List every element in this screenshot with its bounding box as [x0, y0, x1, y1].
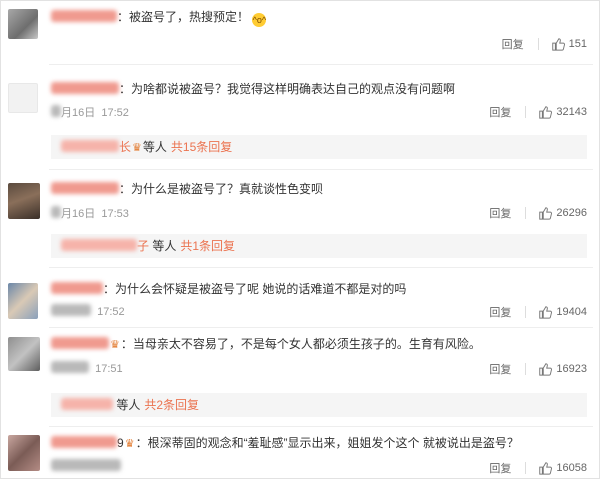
reply-username-blurred[interactable]	[61, 398, 113, 410]
comment-time: 月16日 17:53	[51, 205, 129, 221]
view-replies-link[interactable]: 共1条回复	[180, 239, 235, 253]
comment-time: 17:52	[51, 304, 125, 318]
avatar[interactable]	[8, 283, 38, 319]
reply-button[interactable]: 回复	[489, 460, 511, 476]
reply-others-label: 等人	[116, 398, 141, 412]
comment-time: 月16日 17:52	[51, 104, 129, 120]
comment-text: ：根深蒂固的观念和“羞耻感”显示出来，姐姐发个这个 就被说出是盗号？	[135, 436, 519, 450]
crown-icon: ♛	[110, 339, 120, 351]
username-suffix: 9	[117, 436, 124, 450]
reply-username-blurred[interactable]	[61, 239, 137, 251]
comment-text: ：为什么是被盗号了？真就谈性色变呗	[119, 182, 324, 196]
username-blurred[interactable]	[51, 436, 117, 448]
username-blurred[interactable]	[51, 337, 109, 349]
reply-summary[interactable]: 等人 共2条回复	[51, 393, 587, 417]
comment-time: 17:51	[51, 361, 123, 375]
comment-timestamp: 17:53	[101, 208, 129, 220]
reply-button[interactable]: 回复	[489, 205, 511, 221]
reply-others-label: 等人	[152, 239, 177, 253]
thumbs-up-icon[interactable]	[538, 105, 553, 119]
divider	[525, 106, 527, 118]
like-count: 16923	[556, 363, 587, 375]
comment-timestamp: 17:51	[95, 363, 123, 375]
thumbs-up-icon[interactable]	[538, 206, 553, 220]
avatar[interactable]	[8, 183, 40, 219]
divider	[49, 169, 593, 170]
view-replies-link[interactable]: 共15条回复	[171, 140, 232, 154]
comment-time	[51, 459, 121, 473]
thumbs-up-icon[interactable]	[538, 305, 553, 319]
like-count: 32143	[556, 106, 587, 118]
crown-icon: ♛	[124, 438, 135, 450]
comment-text: ：当母亲太不容易了，不是每个女人都必须生孩子的。生育有风险。	[120, 337, 481, 351]
reply-button[interactable]: 回复	[489, 361, 511, 377]
comment-timestamp: 17:52	[97, 306, 125, 318]
divider	[49, 327, 593, 328]
view-replies-link[interactable]: 共2条回复	[144, 398, 199, 412]
comment-timestamp: 17:52	[101, 107, 129, 119]
divider	[525, 462, 527, 474]
like-count: 19404	[556, 306, 587, 318]
divider	[49, 426, 593, 427]
comment-text: ：为啥都说被盗号？我觉得这样明确表达自己的观点没有问题啊	[119, 82, 456, 96]
reply-button[interactable]: 回复	[502, 36, 524, 52]
reply-button[interactable]: 回复	[489, 104, 511, 120]
like-count: 26296	[556, 207, 587, 219]
avatar[interactable]	[8, 83, 38, 113]
username-blurred[interactable]	[51, 182, 119, 194]
avatar[interactable]	[8, 435, 40, 471]
thumbs-up-icon[interactable]	[538, 362, 553, 376]
comment-date: 月16日	[61, 107, 96, 119]
comment-text: ：为什么会怀疑是被盗号了呢 她说的话难道不都是对的吗	[103, 282, 407, 296]
divider	[525, 207, 527, 219]
avatar[interactable]	[8, 337, 40, 371]
like-count: 16058	[556, 462, 587, 474]
reply-button[interactable]: 回复	[489, 304, 511, 320]
thumbs-up-icon[interactable]	[551, 37, 565, 51]
like-count: 151	[568, 38, 587, 50]
username-blurred[interactable]	[51, 10, 117, 22]
divider	[537, 38, 539, 50]
username-blurred[interactable]	[51, 282, 103, 294]
divider	[525, 363, 527, 375]
reply-username-suffix: 长	[119, 140, 132, 154]
reply-username-suffix: 子	[137, 239, 150, 253]
divider	[49, 64, 593, 65]
reply-others-label: 等人	[142, 140, 167, 154]
avatar[interactable]	[8, 9, 38, 39]
comment-list: ：被盗号了，热搜预定！ ^o^ 回复 151 ：为啥都说被盗号？我觉得这样明确表…	[0, 0, 600, 479]
reply-summary[interactable]: 子 等人 共1条回复	[51, 234, 587, 258]
divider	[525, 306, 527, 318]
crown-icon: ♛	[132, 142, 142, 154]
laughing-emoji-icon: ^o^	[252, 13, 267, 27]
reply-username-blurred[interactable]	[61, 140, 119, 152]
comment-date: 月16日	[61, 208, 96, 220]
divider	[49, 267, 593, 268]
thumbs-up-icon[interactable]	[538, 461, 553, 475]
username-blurred[interactable]	[51, 82, 119, 94]
reply-summary[interactable]: 长♛等人 共15条回复	[51, 135, 587, 159]
comment-text: ：被盗号了，热搜预定！	[117, 10, 250, 24]
